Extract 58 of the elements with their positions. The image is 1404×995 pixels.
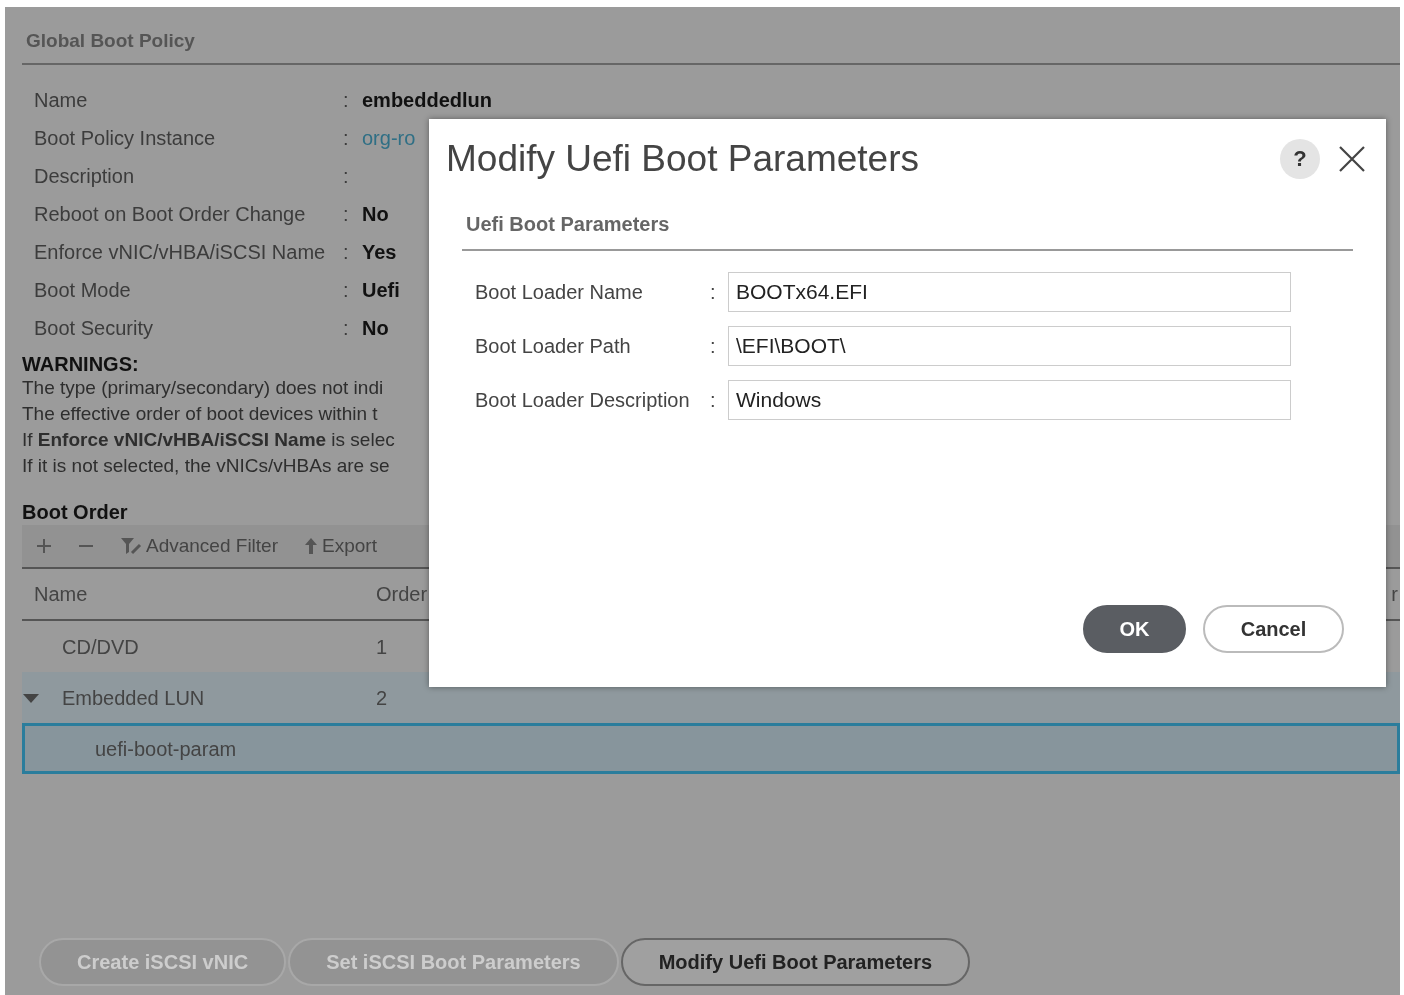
add-icon[interactable] (36, 538, 52, 554)
cancel-button[interactable]: Cancel (1203, 605, 1344, 653)
field-label: Boot Loader Description (475, 387, 691, 413)
section-title: Boot Order (22, 500, 129, 523)
colon: : (343, 126, 350, 151)
table-row[interactable]: uefi-boot-param (22, 723, 1400, 774)
column-header: Order (376, 582, 428, 607)
colon: : (710, 333, 717, 359)
panel-title: Global Boot Policy (22, 27, 1400, 65)
input-field[interactable]: Windows (728, 379, 1291, 420)
ok-button[interactable]: OK (1083, 605, 1186, 653)
field-label: Boot Loader Name (475, 279, 644, 305)
table-cell-text: Embedded LUN (62, 685, 205, 711)
column-header: Name (34, 582, 88, 607)
action-button[interactable]: Modify Uefi Boot Parameters (620, 938, 971, 986)
table-cell-text: 2 (376, 685, 388, 711)
section-title: Uefi Boot Parameters (465, 211, 671, 237)
colon: : (343, 240, 350, 265)
property-label: Boot Security (34, 316, 154, 341)
colon: : (710, 387, 717, 413)
property-link[interactable]: org-ro (362, 123, 416, 153)
caret-down-icon[interactable] (22, 691, 40, 704)
colon: : (710, 279, 717, 305)
property-label: Reboot on Boot Order Change (34, 202, 307, 227)
colon: : (343, 202, 350, 227)
property-value: Uefi (362, 278, 400, 303)
table-cell-text: 1 (376, 634, 388, 660)
colon: : (343, 88, 350, 113)
input-field[interactable]: \EFI\BOOT\ (728, 325, 1291, 366)
close-icon[interactable] (1338, 144, 1366, 173)
warning-text: If Enforce vNIC/vHBA/iSCSI Name is selec (22, 428, 395, 452)
property-value: Yes (362, 240, 397, 265)
property-label: Boot Mode (34, 278, 132, 303)
property-value: embeddedlun (362, 88, 492, 113)
field-label: Boot Loader Path (475, 333, 632, 359)
warnings-title: WARNINGS: (22, 352, 140, 375)
dialog-title: Modify Uefi Boot Parameters (446, 137, 919, 181)
property-label: Name (34, 88, 89, 113)
warning-text: If it is not selected, the vNICs/vHBAs are se (22, 454, 390, 478)
input-field[interactable]: BOOTx64.EFI (728, 271, 1291, 312)
property-label: Description (34, 164, 136, 189)
property-label: Enforce vNIC/vHBA/iSCSI Name (34, 240, 327, 265)
toolbar-button[interactable]: Advanced Filter (120, 531, 278, 561)
colon: : (343, 164, 350, 189)
property-value: No (362, 202, 389, 227)
colon: : (343, 316, 350, 341)
column-header: r (1391, 582, 1398, 607)
toolbar-button[interactable]: Export (304, 531, 377, 561)
property-label: Boot Policy Instance (34, 126, 217, 151)
table-cell-text: CD/DVD (62, 634, 139, 660)
filter-icon (120, 537, 142, 555)
warning-text: The type (primary/secondary) does not indi (22, 376, 384, 400)
table-cell-text: uefi-boot-param (95, 736, 237, 762)
warning-text: The effective order of boot devices within t (22, 402, 378, 426)
help-button[interactable]: ? (1280, 138, 1320, 179)
colon: : (343, 278, 350, 303)
up-arrow-icon (304, 537, 318, 555)
property-value: No (362, 316, 389, 341)
